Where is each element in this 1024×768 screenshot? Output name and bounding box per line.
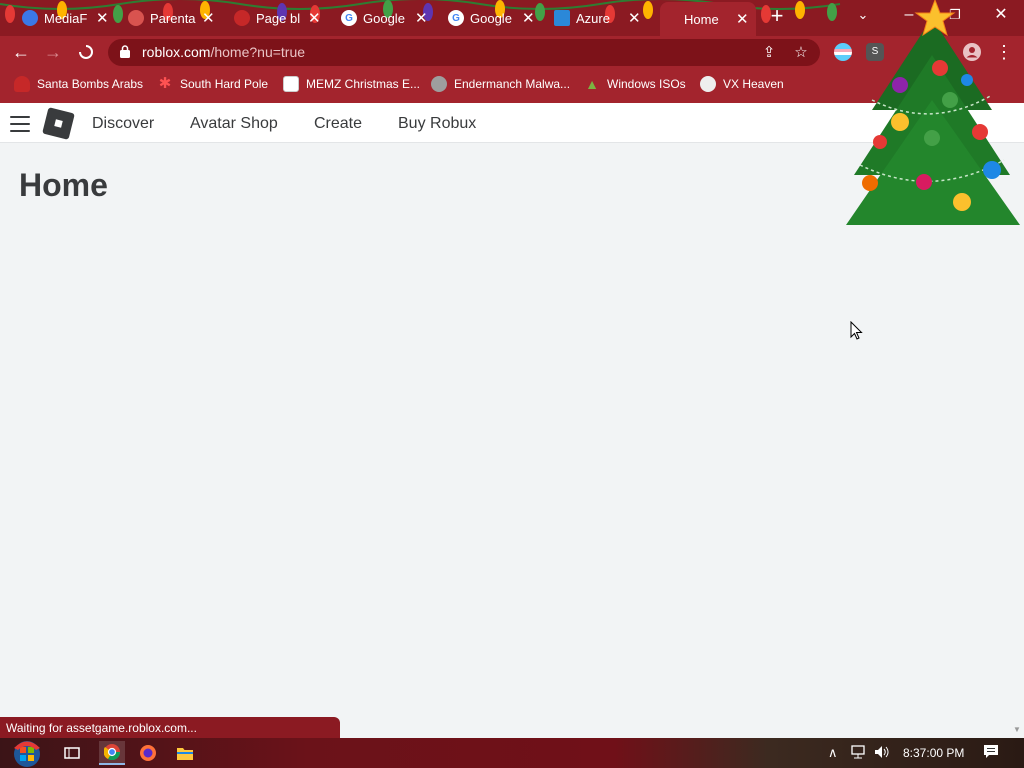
bookmark-label: VX Heaven xyxy=(723,77,784,91)
bookmark-label: Santa Bombs Arabs xyxy=(37,77,144,91)
close-tab-icon[interactable]: ✕ xyxy=(415,11,428,26)
tab-parental[interactable]: Parenta ✕ xyxy=(128,4,215,32)
stop-loading-button[interactable] xyxy=(74,40,98,64)
close-tab-icon[interactable]: ✕ xyxy=(736,12,749,27)
tab-page-blocked[interactable]: Page bl ✕ xyxy=(234,4,321,32)
bookmark-label: MEMZ Christmas E... xyxy=(306,77,421,91)
url-host: roblox.com xyxy=(142,44,211,60)
tab-title: Home xyxy=(684,11,719,27)
nav-link-buy-robux[interactable]: Buy Robux xyxy=(398,115,476,133)
close-tab-icon[interactable]: ✕ xyxy=(628,11,641,26)
url-path: /home?nu=true xyxy=(210,44,306,60)
tab-google-1[interactable]: G Google ✕ xyxy=(341,4,428,32)
page-title: Home xyxy=(19,167,108,203)
url-text: roblox.com/home?nu=true xyxy=(142,44,305,60)
volume-icon[interactable] xyxy=(874,745,890,762)
nav-link-create[interactable]: Create xyxy=(314,115,362,133)
tab-title: Azure xyxy=(576,10,610,26)
google-icon: G xyxy=(448,10,464,26)
tab-mediafire[interactable]: MediaF ✕ xyxy=(22,4,109,32)
parental-icon xyxy=(128,10,144,26)
bookmark-item[interactable]: Santa Bombs Arabs xyxy=(14,76,143,92)
bookmark-item[interactable]: ▲ Windows ISOs xyxy=(584,76,686,92)
tab-title: MediaF xyxy=(44,10,88,26)
tab-azure[interactable]: Azure ✕ xyxy=(554,4,641,32)
taskbar-clock[interactable]: 8:37:00 PM xyxy=(903,746,964,760)
spinner-icon xyxy=(79,45,93,59)
ublock-icon xyxy=(234,10,250,26)
bookmark-item[interactable]: VX Heaven xyxy=(700,76,784,92)
action-center-icon[interactable] xyxy=(983,744,999,763)
file-explorer-icon[interactable] xyxy=(172,741,198,765)
tab-google-2[interactable]: G Google ✕ xyxy=(448,4,535,32)
tab-title: Parenta xyxy=(150,10,196,26)
new-tab-button[interactable]: + xyxy=(767,5,787,28)
bookmark-label: Windows ISOs xyxy=(607,77,686,91)
tree-icon: ▲ xyxy=(585,76,599,92)
bookmark-item[interactable]: ✱ South Hard Pole xyxy=(157,76,268,92)
bookmark-item[interactable]: MEMZ Christmas E... xyxy=(283,76,420,92)
mouse-cursor-icon xyxy=(850,321,863,340)
close-tab-icon[interactable]: ✕ xyxy=(522,11,535,26)
roblox-logo-icon[interactable] xyxy=(42,107,75,140)
close-tab-icon[interactable]: ✕ xyxy=(202,11,215,26)
tab-title: Google xyxy=(363,10,405,26)
start-button-icon[interactable] xyxy=(10,738,44,768)
christmas-tree-decoration xyxy=(846,0,1020,225)
snowflake-icon: ✱ xyxy=(158,75,172,92)
tab-home-active[interactable]: Home ✕ xyxy=(660,2,756,36)
status-bubble: Waiting for assetgame.roblox.com... xyxy=(0,717,340,738)
lock-icon xyxy=(120,45,130,58)
share-icon[interactable]: ⇪ xyxy=(760,44,778,62)
bookmark-label: Endermanch Malwa... xyxy=(454,77,571,91)
show-hidden-icons-icon[interactable]: ∧ xyxy=(828,745,838,761)
address-bar[interactable]: roblox.com/home?nu=true ⇪ ☆ xyxy=(108,39,820,66)
network-icon[interactable] xyxy=(850,745,866,762)
hamburger-menu-icon[interactable] xyxy=(10,116,30,132)
close-tab-icon[interactable]: ✕ xyxy=(96,11,109,26)
nav-link-avatar-shop[interactable]: Avatar Shop xyxy=(190,115,278,133)
firefox-taskbar-icon[interactable] xyxy=(135,741,161,765)
nav-link-discover[interactable]: Discover xyxy=(92,115,154,133)
windows-taskbar: ∧ 8:37:00 PM xyxy=(0,738,1024,768)
google-icon: G xyxy=(341,10,357,26)
santa-icon xyxy=(14,76,30,92)
scroll-down-arrow-icon[interactable]: ▼ xyxy=(1013,725,1021,734)
bookmark-item[interactable]: Endermanch Malwa... xyxy=(431,76,570,92)
mediafire-icon xyxy=(22,10,38,26)
close-tab-icon[interactable]: ✕ xyxy=(308,11,321,26)
bookmark-star-icon[interactable]: ☆ xyxy=(792,44,810,62)
file-icon xyxy=(283,76,299,92)
chrome-taskbar-icon[interactable] xyxy=(99,741,125,765)
azure-icon xyxy=(554,10,570,26)
vx-icon xyxy=(700,76,716,92)
bookmark-label: South Hard Pole xyxy=(180,77,269,91)
task-view-icon[interactable] xyxy=(59,741,85,765)
back-button[interactable]: ← xyxy=(9,40,33,64)
forward-button[interactable]: → xyxy=(41,40,65,64)
raccoon-icon xyxy=(431,76,447,92)
tab-title: Google xyxy=(470,10,512,26)
tab-title: Page bl xyxy=(256,10,301,26)
